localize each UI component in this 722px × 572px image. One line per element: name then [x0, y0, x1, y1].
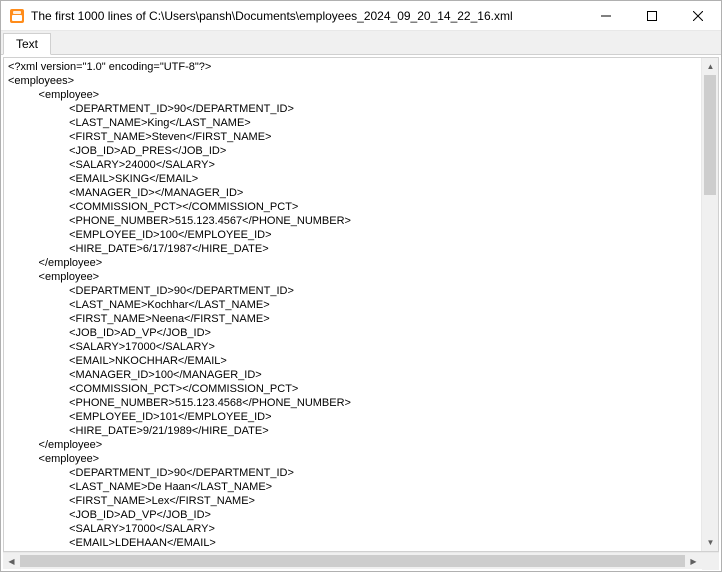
tabstrip: Text: [1, 31, 721, 55]
content-area: <?xml version="1.0" encoding="UTF-8"?> <…: [1, 55, 721, 571]
app-window: The first 1000 lines of C:\Users\pansh\D…: [0, 0, 722, 572]
scroll-up-arrow-icon[interactable]: ▲: [702, 58, 719, 75]
vertical-scroll-track[interactable]: [702, 75, 718, 534]
close-button[interactable]: [675, 1, 721, 30]
window-controls: [583, 1, 721, 30]
vertical-scroll-thumb[interactable]: [704, 75, 716, 195]
scroll-down-arrow-icon[interactable]: ▼: [702, 534, 719, 551]
horizontal-scroll-thumb[interactable]: [20, 555, 685, 567]
text-panel: <?xml version="1.0" encoding="UTF-8"?> <…: [3, 57, 719, 552]
scrollbar-corner: [702, 553, 719, 570]
minimize-button[interactable]: [583, 1, 629, 30]
vertical-scrollbar[interactable]: ▲ ▼: [701, 58, 718, 551]
horizontal-scroll-track[interactable]: [20, 553, 685, 569]
window-title: The first 1000 lines of C:\Users\pansh\D…: [31, 9, 583, 23]
tab-text[interactable]: Text: [3, 33, 51, 55]
maximize-button[interactable]: [629, 1, 675, 30]
horizontal-scrollbar[interactable]: ◀ ▶: [3, 552, 719, 569]
app-icon: [9, 8, 25, 24]
titlebar[interactable]: The first 1000 lines of C:\Users\pansh\D…: [1, 1, 721, 31]
xml-text-view[interactable]: <?xml version="1.0" encoding="UTF-8"?> <…: [4, 58, 701, 551]
scroll-right-arrow-icon[interactable]: ▶: [685, 553, 702, 570]
scroll-left-arrow-icon[interactable]: ◀: [3, 553, 20, 570]
